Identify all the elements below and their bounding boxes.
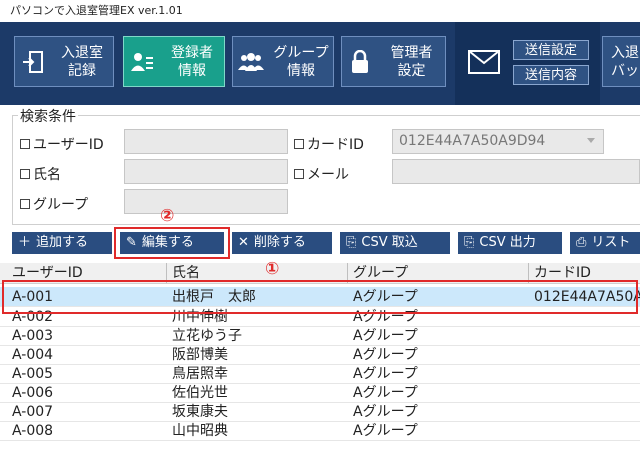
checkbox-box bbox=[20, 139, 30, 149]
nav-entry-exit-label: 入退室 記録 bbox=[61, 44, 103, 79]
nav-entry-exit-button[interactable]: 入退室 記録 bbox=[14, 36, 114, 87]
group-label: グループ bbox=[33, 197, 89, 213]
card-id-label: カードID bbox=[307, 137, 364, 153]
annotation-marker-1: ① bbox=[265, 259, 280, 279]
nav-admin-settings-label: 管理者 設定 bbox=[390, 44, 433, 79]
nav-member-info-label: 登録者 情報 bbox=[171, 44, 213, 79]
nav-backup-label: 入退 バッ bbox=[611, 44, 639, 79]
user-id-checkbox[interactable]: ユーザーID bbox=[20, 134, 104, 154]
user-id-label: ユーザーID bbox=[33, 137, 104, 153]
cell-name: 立花ゆう子 bbox=[172, 328, 242, 344]
nav-admin-settings-button[interactable]: 管理者 設定 bbox=[341, 36, 446, 87]
nav-group-info-button[interactable]: グループ 情報 bbox=[232, 36, 334, 87]
table-row[interactable]: A-008 山中昭典 Aグループ bbox=[0, 421, 640, 441]
checkbox-box bbox=[20, 199, 30, 209]
window-title: パソコンで入退室管理EX ver.1.01 bbox=[0, 0, 640, 22]
list-print-button[interactable]: ⎙ リスト bbox=[570, 232, 640, 254]
nav-member-info-button[interactable]: 登録者 情報 bbox=[123, 36, 225, 87]
cell-user-id: A-005 bbox=[12, 366, 54, 382]
lock-icon bbox=[342, 49, 378, 74]
top-navigation: 入退室 記録 登録者 情報 グループ 情報 管理者 設定 送信設定 送信内容 入… bbox=[0, 22, 640, 105]
nav-group-info-label: グループ 情報 bbox=[273, 44, 329, 79]
name-label: 氏名 bbox=[33, 167, 61, 183]
mail-label: メール bbox=[307, 167, 349, 183]
cell-group: Aグループ bbox=[353, 423, 418, 439]
file-import-icon: ⎘ bbox=[346, 235, 357, 250]
cell-user-id: A-008 bbox=[12, 423, 54, 439]
group-checkbox[interactable]: グループ bbox=[20, 194, 88, 214]
delete-button[interactable]: ✕ 削除する bbox=[232, 232, 332, 254]
cell-name: 阪部博美 bbox=[172, 347, 228, 363]
cell-user-id: A-007 bbox=[12, 404, 54, 420]
send-settings-button[interactable]: 送信設定 bbox=[513, 40, 589, 60]
user-card-icon bbox=[124, 51, 160, 73]
add-button-label: 追加する bbox=[36, 235, 89, 250]
cell-group: Aグループ bbox=[353, 347, 418, 363]
table-row[interactable]: A-005 鳥居照幸 Aグループ bbox=[0, 364, 640, 384]
checkbox-box bbox=[20, 169, 30, 179]
cell-user-id: A-006 bbox=[12, 385, 54, 401]
csv-import-label: CSV 取込 bbox=[361, 235, 418, 250]
mail-input[interactable] bbox=[392, 159, 640, 184]
csv-import-button[interactable]: ⎘ CSV 取込 bbox=[340, 232, 450, 254]
name-checkbox[interactable]: 氏名 bbox=[20, 164, 61, 184]
csv-export-button[interactable]: ⎘ CSV 出力 bbox=[458, 232, 562, 254]
nav-backup-button[interactable]: 入退 バッ bbox=[602, 36, 640, 87]
checkbox-box bbox=[294, 139, 304, 149]
mail-panel: 送信設定 送信内容 bbox=[455, 22, 600, 105]
card-id-select-value: 012E44A7A50A9D94 bbox=[399, 133, 546, 149]
csv-export-label: CSV 出力 bbox=[479, 235, 536, 250]
printer-icon: ⎙ bbox=[576, 235, 587, 250]
checkbox-box bbox=[294, 169, 304, 179]
cell-name: 佐伯光世 bbox=[172, 385, 228, 401]
envelope-icon bbox=[468, 50, 500, 78]
plus-icon: ＋ bbox=[18, 235, 32, 250]
cell-user-id: A-003 bbox=[12, 328, 54, 344]
cell-user-id: A-004 bbox=[12, 347, 54, 363]
cell-group: Aグループ bbox=[353, 328, 418, 344]
annotation-box-edit bbox=[114, 227, 230, 259]
add-button[interactable]: ＋ 追加する bbox=[12, 232, 112, 254]
send-content-button[interactable]: 送信内容 bbox=[513, 65, 589, 85]
cell-group: Aグループ bbox=[353, 404, 418, 420]
close-icon: ✕ bbox=[238, 235, 249, 250]
name-input[interactable] bbox=[124, 159, 288, 184]
cell-name: 鳥居照幸 bbox=[172, 366, 228, 382]
chevron-down-icon bbox=[587, 138, 595, 143]
cell-group: Aグループ bbox=[353, 366, 418, 382]
annotation-marker-2: ② bbox=[160, 206, 175, 226]
door-exit-icon bbox=[15, 50, 51, 74]
annotation-box-row bbox=[2, 280, 638, 314]
table-row[interactable]: A-003 立花ゆう子 Aグループ bbox=[0, 326, 640, 346]
table-row[interactable]: A-006 佐伯光世 Aグループ bbox=[0, 383, 640, 403]
cell-group: Aグループ bbox=[353, 385, 418, 401]
group-input[interactable] bbox=[124, 189, 288, 214]
list-print-label: リスト bbox=[591, 235, 631, 250]
card-id-checkbox[interactable]: カードID bbox=[294, 134, 364, 154]
cell-name: 坂東康夫 bbox=[172, 404, 228, 420]
table-row[interactable]: A-007 坂東康夫 Aグループ bbox=[0, 402, 640, 422]
table-row[interactable]: A-004 阪部博美 Aグループ bbox=[0, 345, 640, 365]
file-export-icon: ⎘ bbox=[464, 235, 475, 250]
mail-checkbox[interactable]: メール bbox=[294, 164, 349, 184]
card-id-select[interactable]: 012E44A7A50A9D94 bbox=[392, 129, 604, 154]
user-id-input[interactable] bbox=[124, 129, 288, 154]
search-conditions-legend: 検索条件 bbox=[18, 106, 78, 126]
cell-name: 山中昭典 bbox=[172, 423, 228, 439]
delete-button-label: 削除する bbox=[253, 235, 306, 250]
users-group-icon bbox=[233, 52, 269, 72]
